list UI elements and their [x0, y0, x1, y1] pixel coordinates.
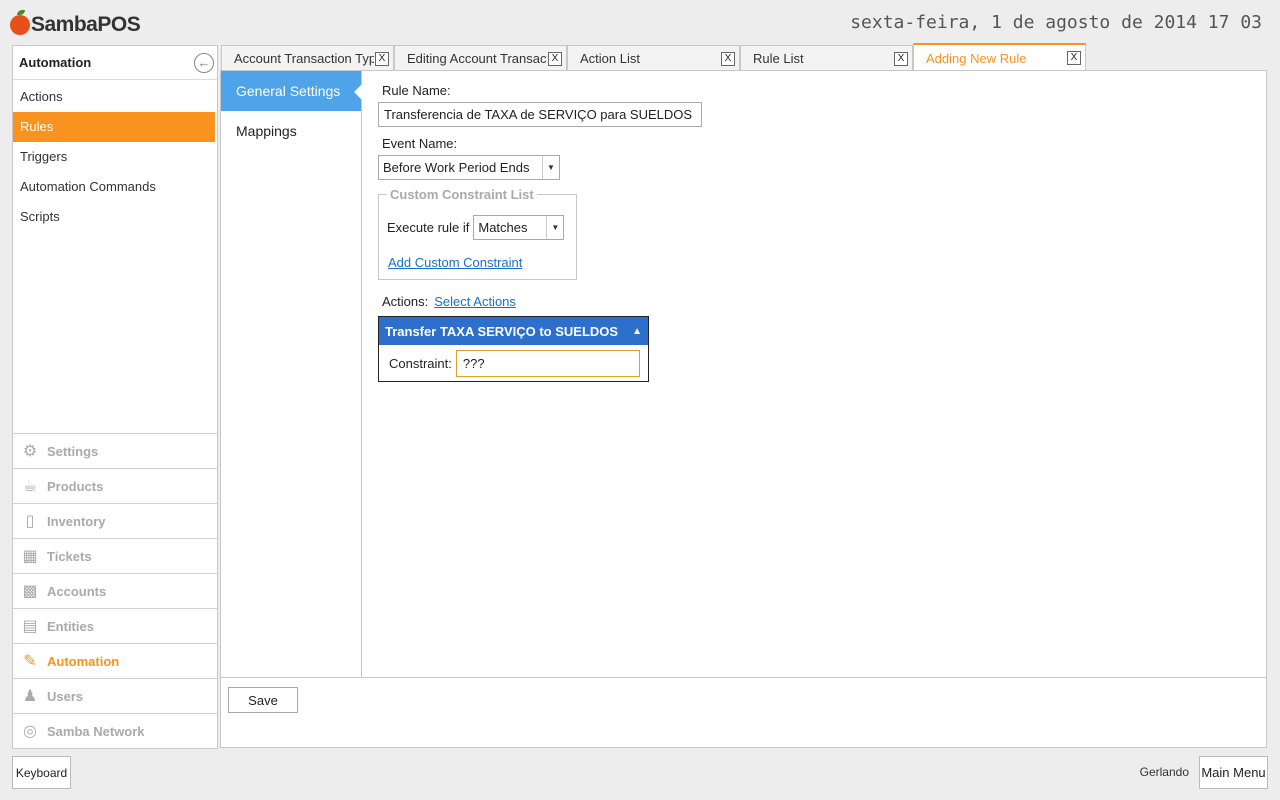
add-custom-constraint-link[interactable]: Add Custom Constraint	[388, 255, 522, 270]
menu-item-automation-commands[interactable]: Automation Commands	[13, 172, 217, 202]
nav-entities[interactable]: ▤ Entities	[13, 608, 217, 643]
left-panel-header: Automation ←	[13, 46, 217, 80]
tab-label: Editing Account Transaction Type	[407, 51, 547, 66]
rule-editor: General Settings Mappings Rule Name: Tra…	[220, 70, 1267, 748]
custom-constraint-title: Custom Constraint List	[387, 187, 537, 202]
tab-account-transaction-types[interactable]: Account Transaction Types X	[221, 45, 394, 71]
close-icon[interactable]: X	[721, 51, 735, 66]
globe-icon: ◎	[23, 723, 37, 740]
nav-products[interactable]: ☕ Products	[13, 468, 217, 503]
menu-item-actions[interactable]: Actions	[13, 82, 217, 112]
close-icon[interactable]: X	[1067, 51, 1081, 65]
logged-in-user: Gerlando	[1139, 765, 1189, 779]
divider	[221, 677, 1266, 678]
close-icon[interactable]: X	[375, 51, 389, 66]
pen-icon: ✎	[23, 653, 37, 670]
menu-item-triggers[interactable]: Triggers	[13, 142, 217, 172]
chevron-down-icon[interactable]: ▼	[546, 216, 563, 239]
nav-label: Entities	[47, 618, 94, 634]
nav-users[interactable]: ♟ Users	[13, 678, 217, 713]
menu-item-scripts[interactable]: Scripts	[13, 202, 217, 232]
collapse-arrow-icon[interactable]: ▲	[632, 326, 642, 337]
tab-label: Rule List	[753, 51, 804, 66]
editor-sections: General Settings Mappings	[221, 71, 362, 677]
execute-rule-value: Matches	[478, 220, 528, 235]
nav-automation[interactable]: ✎ Automation	[13, 643, 217, 678]
nav-label: Products	[47, 478, 104, 494]
nav-label: Tickets	[47, 548, 92, 564]
event-name-select[interactable]: Before Work Period Ends ▼	[378, 155, 560, 180]
tab-label: Action List	[580, 51, 640, 66]
execute-rule-select[interactable]: Matches ▼	[473, 215, 565, 240]
keyboard-button[interactable]: Keyboard	[12, 756, 71, 789]
nav-label: Users	[47, 688, 84, 704]
save-button[interactable]: Save	[228, 687, 298, 713]
execute-rule-label: Execute rule if	[387, 220, 470, 235]
nav-settings[interactable]: ⚙ Settings	[13, 433, 217, 468]
actions-label: Actions:	[382, 294, 429, 309]
left-panel-title: Automation	[19, 55, 92, 70]
nav-label: Automation	[47, 653, 120, 669]
event-name-label: Event Name:	[382, 136, 458, 151]
nav-accounts[interactable]: ▩ Accounts	[13, 573, 217, 608]
main-navigation: ⚙ Settings ☕ Products ▯ Inventory ▦ Tick…	[13, 433, 217, 748]
close-icon[interactable]: X	[894, 51, 908, 66]
nav-inventory[interactable]: ▯ Inventory	[13, 503, 217, 538]
nav-label: Accounts	[47, 583, 107, 599]
action-body: Constraint: ???	[379, 345, 648, 381]
box-icon: ▯	[25, 513, 35, 530]
close-icon[interactable]: X	[548, 51, 562, 66]
tab-action-list[interactable]: Action List X	[567, 45, 740, 71]
section-mappings[interactable]: Mappings	[221, 111, 361, 151]
nav-tickets[interactable]: ▦ Tickets	[13, 538, 217, 573]
nav-label: Inventory	[47, 513, 106, 529]
custom-constraint-group: Custom Constraint List Execute rule if M…	[378, 187, 577, 280]
constraint-input[interactable]: ???	[455, 349, 640, 377]
tab-rule-list[interactable]: Rule List X	[740, 45, 913, 71]
section-general-settings[interactable]: General Settings	[221, 71, 362, 111]
main-menu-button[interactable]: Main Menu	[1199, 756, 1268, 789]
nav-label: Samba Network	[47, 723, 145, 739]
nav-samba-network[interactable]: ◎ Samba Network	[13, 713, 217, 748]
event-name-value: Before Work Period Ends	[383, 160, 530, 175]
constraint-label: Constraint:	[389, 355, 452, 371]
action-title: Transfer TAXA SERVIÇO to SUELDOS	[385, 323, 619, 339]
nav-label: Settings	[47, 443, 99, 459]
left-panel: Automation ← Actions Rules Triggers Auto…	[12, 45, 218, 749]
rule-name-label: Rule Name:	[382, 83, 451, 98]
chevron-down-icon[interactable]: ▼	[542, 156, 559, 179]
back-arrow-icon[interactable]: ←	[194, 52, 214, 73]
date-time-clock: sexta-feira, 1 de agosto de 2014 17 03	[850, 12, 1262, 33]
logo-text: SambaPOS	[31, 13, 141, 36]
tab-adding-new-rule[interactable]: Adding New Rule X	[913, 43, 1086, 71]
user-icon: ♟	[22, 688, 38, 705]
action-item: Transfer TAXA SERVIÇO to SUELDOS ▲ Const…	[378, 316, 649, 382]
general-settings-form: Rule Name: Transferencia de TAXA de SERV…	[378, 83, 702, 382]
sambapos-logo: SambaPOS	[10, 10, 141, 40]
rule-name-input[interactable]: Transferencia de TAXA de SERVIÇO para SU…	[378, 102, 702, 127]
calendar-icon: ▤	[22, 618, 38, 635]
automation-menu: Actions Rules Triggers Automation Comman…	[13, 80, 217, 232]
tab-editing-account-transaction-type[interactable]: Editing Account Transaction Type X	[394, 45, 567, 71]
apple-logo-icon	[10, 10, 30, 35]
action-header[interactable]: Transfer TAXA SERVIÇO to SUELDOS ▲	[379, 317, 648, 345]
calculator-icon: ▩	[22, 583, 38, 600]
books-icon: ▦	[22, 548, 38, 565]
document-tabs: Account Transaction Types X Editing Acco…	[221, 43, 1086, 71]
gear-icon: ⚙	[22, 443, 38, 460]
tab-label: Adding New Rule	[926, 50, 1027, 66]
tab-label: Account Transaction Types	[234, 51, 374, 66]
cup-icon: ☕	[22, 478, 38, 495]
menu-item-rules[interactable]: Rules	[13, 112, 215, 142]
select-actions-link[interactable]: Select Actions	[434, 294, 516, 309]
